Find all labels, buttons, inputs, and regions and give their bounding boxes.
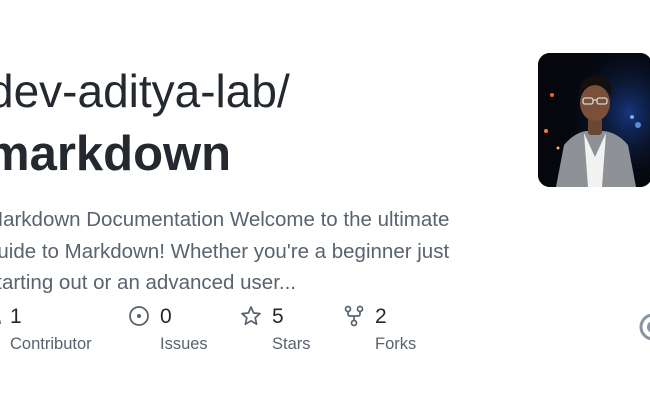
github-logo-icon — [639, 313, 650, 341]
contributors-label: Contributor — [10, 335, 92, 353]
forks-count: 2 — [375, 305, 387, 328]
issue-opened-icon — [129, 306, 149, 326]
stars-count: 5 — [272, 305, 284, 328]
contributors-count: 1 — [10, 305, 22, 328]
repo-owner[interactable]: dev-aditya-lab/ — [0, 62, 290, 120]
forks-label: Forks — [375, 335, 417, 353]
issues-count: 0 — [160, 305, 172, 328]
repo-name[interactable]: markdown — [0, 124, 231, 184]
stars-label: Stars — [272, 335, 311, 353]
repo-description-line: starting out or an advanced user... — [0, 271, 296, 294]
repo-stats: 1 Contributor 0 Issues 5 Stars 2 Forks — [0, 300, 650, 360]
owner-avatar[interactable] — [538, 53, 650, 187]
repo-social-card: dev-aditya-lab/ markdown Markdown Docume… — [0, 0, 650, 400]
star-icon — [241, 306, 261, 326]
people-icon — [0, 319, 1, 324]
repo-description-line: Markdown Documentation Welcome to the ul… — [0, 208, 450, 231]
repo-description-line: guide to Markdown! Whether you're a begi… — [0, 239, 450, 263]
issues-label: Issues — [160, 335, 208, 353]
repo-description: Markdown Documentation Welcome to the ul… — [0, 204, 506, 299]
avatar-photo — [538, 53, 650, 187]
repo-forked-icon — [344, 305, 364, 327]
